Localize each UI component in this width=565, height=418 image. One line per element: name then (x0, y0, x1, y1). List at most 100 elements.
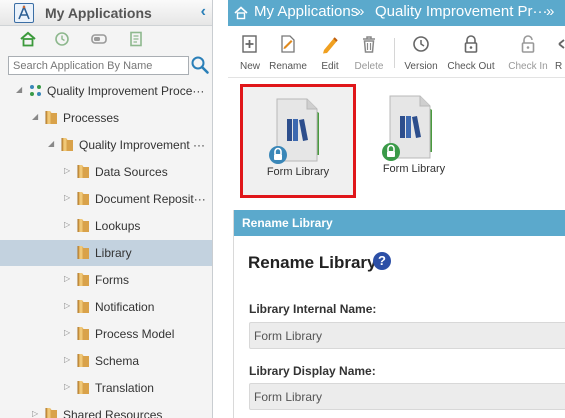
expand-arrow-icon[interactable]: ▷ (64, 166, 74, 176)
collapse-arrow-icon[interactable]: ◢ (16, 85, 26, 95)
breadcrumb-quality-improvement[interactable]: Quality Improvement Pr··· (375, 3, 548, 20)
sidebar-quick-icons (0, 26, 212, 52)
tree-item-label: Processes (63, 111, 120, 125)
delete-icon (363, 36, 375, 53)
panel-title: Rename Library (248, 253, 377, 272)
toolbar-divider (394, 38, 395, 68)
expand-arrow-icon[interactable]: ▷ (64, 220, 74, 230)
breadcrumb-my-applications[interactable]: My Applications (254, 3, 358, 20)
tree-item-label: Library (95, 246, 132, 260)
breadcrumb: My Applications » Quality Improvement Pr… (228, 0, 565, 26)
toolbar: New Rename Edit Delete Version Check Out… (228, 26, 565, 78)
library-tile-form-library[interactable]: Form Library (356, 84, 472, 198)
version-button[interactable]: Version (403, 34, 439, 76)
rename-button[interactable]: Rename (268, 34, 308, 76)
app-logo-icon (14, 3, 34, 23)
rename-library-panel: Rename Library Rename Library ? Library … (233, 210, 565, 418)
check-out-button[interactable]: Check Out (447, 34, 495, 76)
help-icon[interactable]: ? (373, 252, 391, 270)
library-tile-form-library-selected[interactable]: Form Library (240, 84, 356, 198)
toggle-icon[interactable] (90, 31, 108, 47)
internal-name-field[interactable] (249, 322, 565, 349)
tree-item-label: Forms (95, 273, 129, 287)
check-in-label: Check In (508, 61, 548, 72)
expand-arrow-icon[interactable]: ▷ (64, 328, 74, 338)
tree-item[interactable]: ▷ Shared Resources (0, 402, 212, 418)
search-icon[interactable] (190, 55, 210, 75)
tree-item[interactable]: Library (0, 240, 212, 266)
revert-icon (558, 39, 565, 49)
applications-sidebar: My Applications ‹ ◢ Quality Improvement P… (0, 0, 213, 418)
revert-label: R (555, 61, 563, 72)
folder-icon (44, 406, 59, 418)
folder-icon (76, 298, 91, 315)
tree-item-label: Lookups (95, 219, 141, 233)
folder-icon (76, 244, 91, 261)
edit-button[interactable]: Edit (316, 34, 344, 76)
internal-name-label: Library Internal Name: (249, 302, 377, 316)
delete-button[interactable]: Delete (354, 34, 384, 76)
tree-item-label: Notification (95, 300, 155, 314)
tree-item[interactable]: ▷ Forms (0, 267, 212, 293)
folder-icon (76, 379, 91, 396)
new-button[interactable]: New (238, 34, 262, 76)
revert-button[interactable]: R (555, 34, 565, 76)
tree-item[interactable]: ▷ Process Model (0, 321, 212, 347)
tree-item[interactable]: ▷ Lookups (0, 213, 212, 239)
sidebar-header: My Applications ‹ (0, 0, 212, 26)
folder-icon (76, 163, 91, 180)
check-in-button[interactable]: Check In (506, 34, 550, 76)
expand-arrow-icon[interactable]: ▷ (32, 409, 42, 418)
breadcrumb-separator: » (546, 3, 555, 20)
rename-icon (281, 35, 295, 53)
display-name-field[interactable] (249, 383, 565, 410)
tree-item-label: Data Sources (95, 165, 168, 179)
notes-icon[interactable] (127, 31, 145, 47)
collapse-arrow-icon[interactable]: ◢ (48, 139, 58, 149)
breadcrumb-separator: » (356, 3, 365, 20)
tree-item[interactable]: ◢ Quality Improvement ··· (0, 132, 212, 158)
library-icon (382, 95, 432, 161)
tree-item[interactable]: ▷ Schema (0, 348, 212, 374)
display-name-label: Library Display Name: (249, 364, 376, 378)
tree-item-label: Translation (95, 381, 154, 395)
edit-label: Edit (321, 61, 339, 72)
collapse-sidebar-button[interactable]: ‹ (201, 3, 206, 21)
panel-header: Rename Library (234, 210, 565, 236)
tree-item-label: Process Model (95, 327, 175, 341)
expand-arrow-icon[interactable]: ▷ (64, 355, 74, 365)
history-icon[interactable] (53, 31, 71, 47)
tree-item[interactable]: ▷ Data Sources (0, 159, 212, 185)
tree-item-label: Document Reposit··· (95, 192, 206, 206)
home-icon[interactable] (19, 31, 37, 47)
tree-item-label: Quality Improvement ··· (79, 138, 206, 152)
new-label: New (239, 61, 260, 72)
version-label: Version (404, 61, 438, 72)
library-tile-label: Form Library (266, 166, 330, 178)
folder-icon (76, 190, 91, 207)
folder-icon (76, 325, 91, 342)
expand-arrow-icon[interactable]: ▷ (64, 382, 74, 392)
tree-item-label: Quality Improvement Proce··· (47, 84, 205, 98)
home-icon[interactable] (234, 6, 248, 20)
tree-item[interactable]: ▷ Translation (0, 375, 212, 401)
folder-icon (76, 271, 91, 288)
tree-item[interactable]: ▷ Notification (0, 294, 212, 320)
expand-arrow-icon[interactable]: ▷ (64, 274, 74, 284)
library-icon (269, 98, 319, 164)
tree-item[interactable]: ◢ Processes (0, 105, 212, 131)
tree-item[interactable]: ◢ Quality Improvement Proce··· (0, 78, 212, 104)
rename-label: Rename (269, 61, 307, 72)
version-icon (413, 36, 429, 52)
search-field-wrap (8, 56, 189, 75)
folder-icon (76, 352, 91, 369)
expand-arrow-icon[interactable]: ▷ (64, 301, 74, 311)
expand-arrow-icon[interactable]: ▷ (64, 193, 74, 203)
folder-icon (44, 109, 59, 126)
sidebar-title: My Applications (45, 5, 152, 21)
search-input[interactable] (8, 56, 189, 75)
tree-item[interactable]: ▷ Document Reposit··· (0, 186, 212, 212)
folder-icon (60, 136, 75, 153)
collapse-arrow-icon[interactable]: ◢ (32, 112, 42, 122)
new-icon (242, 35, 257, 53)
